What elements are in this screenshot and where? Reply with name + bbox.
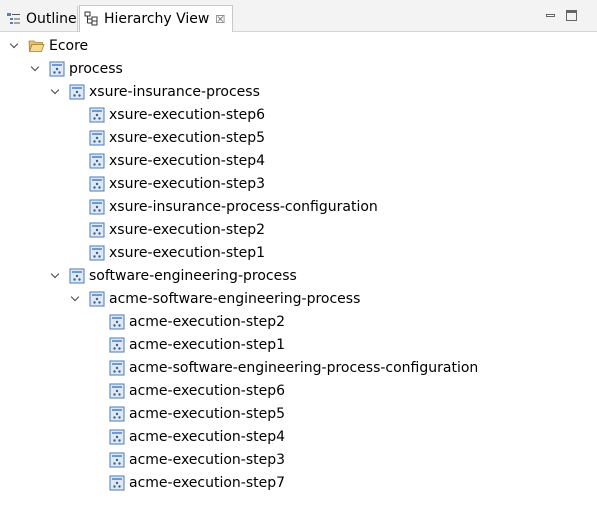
element-icon: [109, 452, 125, 467]
tree-node-label: acme-software-engineering-process-config…: [129, 359, 479, 376]
tree-node-leaf[interactable]: xsure-execution-step6: [89, 103, 265, 126]
tree-node-label: xsure-insurance-process: [89, 83, 260, 100]
element-icon: [49, 61, 65, 76]
element-icon: [89, 222, 105, 237]
chevron-down-icon[interactable]: [51, 271, 61, 281]
tree-node-process[interactable]: process: [31, 57, 123, 80]
element-icon: [89, 107, 105, 122]
outline-icon: [7, 13, 20, 24]
tab-hierarchy-view[interactable]: Hierarchy View ☒: [79, 5, 233, 32]
chevron-down-icon[interactable]: [71, 294, 81, 304]
tree-node-label: acme-execution-step3: [129, 451, 286, 468]
element-icon: [109, 337, 125, 352]
tree-node-label: acme-execution-step1: [129, 336, 286, 353]
view-tab-bar: Outline Hierarchy View ☒: [0, 0, 597, 32]
tree-node-leaf[interactable]: xsure-execution-step5: [89, 126, 265, 149]
element-icon: [109, 383, 125, 398]
element-icon: [109, 360, 125, 375]
element-icon: [109, 314, 125, 329]
tab-hierarchy-label: Hierarchy View: [104, 11, 210, 27]
tree-node-label: software-engineering-process: [89, 267, 297, 284]
element-icon: [89, 130, 105, 145]
tree-node-software-engineering-process[interactable]: software-engineering-process: [51, 264, 297, 287]
tab-outline[interactable]: Outline: [2, 6, 78, 32]
tree-node-label: xsure-execution-step3: [109, 175, 266, 192]
tree-node-leaf[interactable]: xsure-execution-step4: [89, 149, 265, 172]
tree-node-leaf[interactable]: acme-execution-step7: [109, 471, 285, 494]
element-icon: [89, 291, 105, 306]
tree-node-label: acme-execution-step5: [129, 405, 286, 422]
tree-node-xsure-insurance-process[interactable]: xsure-insurance-process: [51, 80, 260, 103]
element-icon: [69, 268, 85, 283]
tree-node-label: xsure-insurance-process-configuration: [109, 198, 378, 215]
element-icon: [109, 429, 125, 444]
folder-open-icon: [28, 40, 45, 52]
tree-node-label: acme-execution-step6: [129, 382, 286, 399]
element-icon: [89, 176, 105, 191]
tree-node-label: process: [69, 60, 123, 77]
minimize-button[interactable]: [545, 10, 557, 22]
maximize-button[interactable]: [566, 10, 578, 22]
tree-node-label: xsure-execution-step5: [109, 129, 266, 146]
hierarchy-icon: [84, 11, 98, 26]
tree-node-leaf[interactable]: acme-software-engineering-process-config…: [109, 356, 478, 379]
tree-node-label: acme-execution-step2: [129, 313, 286, 330]
chevron-down-icon[interactable]: [10, 41, 20, 51]
tree-node-leaf[interactable]: acme-execution-step4: [109, 425, 285, 448]
tree-node-leaf[interactable]: acme-execution-step2: [109, 310, 285, 333]
element-icon: [89, 245, 105, 260]
element-icon: [89, 199, 105, 214]
tree-node-label: xsure-execution-step1: [109, 244, 266, 261]
tree-node-leaf[interactable]: xsure-execution-step1: [89, 241, 265, 264]
element-icon: [109, 406, 125, 421]
tab-outline-label: Outline: [26, 11, 77, 27]
element-icon: [89, 153, 105, 168]
hierarchy-tree: Ecore process xsure-insurance-process xs…: [0, 32, 597, 522]
tree-node-leaf[interactable]: xsure-execution-step2: [89, 218, 265, 241]
tree-node-leaf[interactable]: xsure-insurance-process-configuration: [89, 195, 378, 218]
tree-node-leaf[interactable]: acme-execution-step5: [109, 402, 285, 425]
tree-node-label: Ecore: [49, 37, 89, 54]
tree-node-ecore[interactable]: Ecore: [10, 34, 88, 57]
tree-node-leaf[interactable]: acme-execution-step1: [109, 333, 285, 356]
element-icon: [69, 84, 85, 99]
tree-node-label: acme-software-engineering-process: [109, 290, 361, 307]
tree-node-label: acme-execution-step4: [129, 428, 286, 445]
tree-node-label: acme-execution-step7: [129, 474, 286, 491]
tree-node-leaf[interactable]: xsure-execution-step3: [89, 172, 265, 195]
tree-node-acme-software-engineering-process[interactable]: acme-software-engineering-process: [71, 287, 360, 310]
tree-node-leaf[interactable]: acme-execution-step3: [109, 448, 285, 471]
tree-node-leaf[interactable]: acme-execution-step6: [109, 379, 285, 402]
element-icon: [109, 475, 125, 490]
close-icon[interactable]: ☒: [215, 13, 225, 26]
chevron-down-icon[interactable]: [51, 87, 61, 97]
tree-node-label: xsure-execution-step6: [109, 106, 266, 123]
chevron-down-icon[interactable]: [31, 64, 41, 74]
tree-node-label: xsure-execution-step2: [109, 221, 266, 238]
tree-node-label: xsure-execution-step4: [109, 152, 266, 169]
